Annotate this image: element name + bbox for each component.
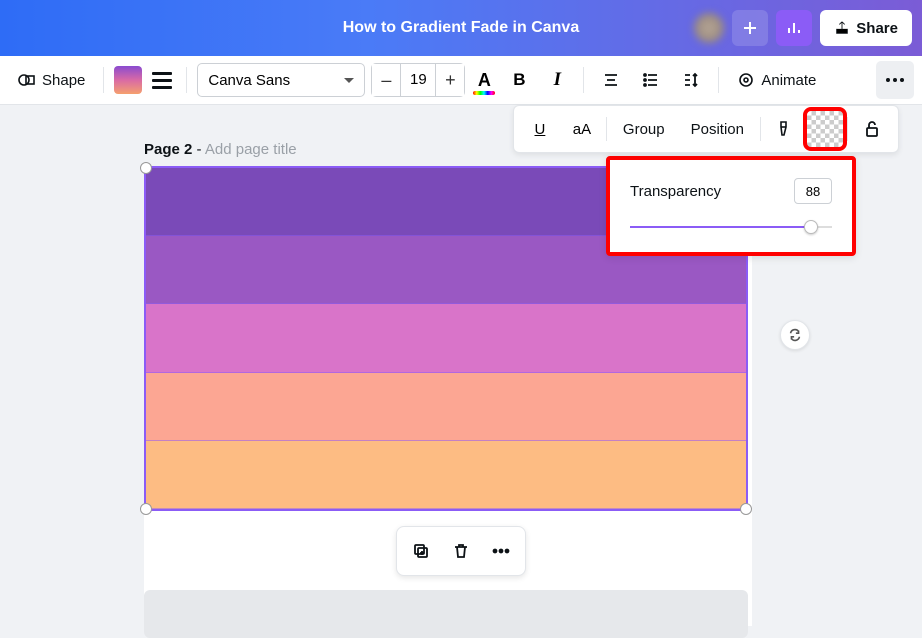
group-button[interactable]: Group (611, 121, 677, 138)
slider-track-fill (630, 226, 808, 228)
list-button[interactable] (634, 63, 668, 97)
delete-page-button[interactable] (443, 533, 479, 569)
separator (847, 117, 848, 141)
color-spectrum-icon (473, 91, 495, 95)
page-footer-placeholder (144, 590, 748, 638)
page-toolbar (396, 526, 526, 576)
gradient-row[interactable] (146, 441, 746, 509)
spacing-button[interactable] (674, 63, 708, 97)
separator (718, 67, 719, 93)
sync-indicator[interactable] (780, 320, 810, 350)
text-case-button[interactable]: aA (562, 109, 602, 149)
resize-handle-top-left[interactable] (140, 162, 152, 174)
shape-tool-button[interactable]: Shape (10, 67, 93, 93)
page-title-placeholder: Add page title (205, 141, 297, 158)
border-style-button[interactable] (148, 66, 176, 94)
font-size-increase[interactable]: + (436, 64, 464, 96)
transparency-slider[interactable] (630, 220, 832, 234)
transparency-panel: Transparency (606, 156, 856, 256)
separator (760, 117, 761, 141)
bold-button[interactable]: B (503, 64, 535, 96)
font-size-value[interactable]: 19 (400, 64, 436, 96)
slider-thumb[interactable] (804, 220, 818, 234)
app-header: How to Gradient Fade in Canva Share (0, 0, 922, 56)
page-number: Page 2 (144, 141, 192, 158)
shape-label: Shape (42, 72, 85, 89)
underline-button[interactable]: U (520, 109, 560, 149)
gradient-row[interactable] (146, 373, 746, 441)
document-title: How to Gradient Fade in Canva (343, 19, 579, 37)
transparency-label: Transparency (630, 183, 721, 200)
copy-style-button[interactable] (765, 109, 805, 149)
separator (606, 117, 607, 141)
toolbar-more-button[interactable] (876, 61, 914, 99)
separator (583, 67, 584, 93)
header-actions: Share (694, 10, 912, 46)
element-toolbar: U aA Group Position (513, 105, 899, 153)
share-button[interactable]: Share (820, 10, 912, 46)
font-size-stepper: – 19 + (371, 63, 465, 97)
add-member-button[interactable] (732, 10, 768, 46)
font-family-select[interactable]: Canva Sans (197, 63, 365, 97)
resize-handle-bottom-right[interactable] (740, 503, 752, 515)
avatar[interactable] (694, 13, 724, 43)
page-more-button[interactable] (483, 533, 519, 569)
animate-label: Animate (761, 72, 816, 89)
text-color-button[interactable]: A (471, 65, 497, 95)
main-toolbar: Shape Canva Sans – 19 + A B I Animate (0, 56, 922, 105)
font-size-decrease[interactable]: – (372, 64, 400, 96)
align-button[interactable] (594, 63, 628, 97)
transparency-button[interactable] (807, 111, 843, 147)
lock-button[interactable] (852, 109, 892, 149)
duplicate-page-button[interactable] (403, 533, 439, 569)
resize-handle-bottom-left[interactable] (140, 503, 152, 515)
font-name: Canva Sans (208, 72, 290, 89)
page-label[interactable]: Page 2 - Add page title (144, 141, 297, 158)
share-label: Share (856, 20, 898, 37)
insights-button[interactable] (776, 10, 812, 46)
gradient-row[interactable] (146, 304, 746, 372)
transparency-input[interactable] (794, 178, 832, 204)
separator (103, 67, 104, 93)
fill-color-button[interactable] (114, 66, 142, 94)
position-button[interactable]: Position (679, 121, 756, 138)
animate-button[interactable]: Animate (729, 67, 824, 93)
text-color-a-icon: A (478, 70, 491, 91)
italic-button[interactable]: I (541, 64, 573, 96)
separator (186, 67, 187, 93)
